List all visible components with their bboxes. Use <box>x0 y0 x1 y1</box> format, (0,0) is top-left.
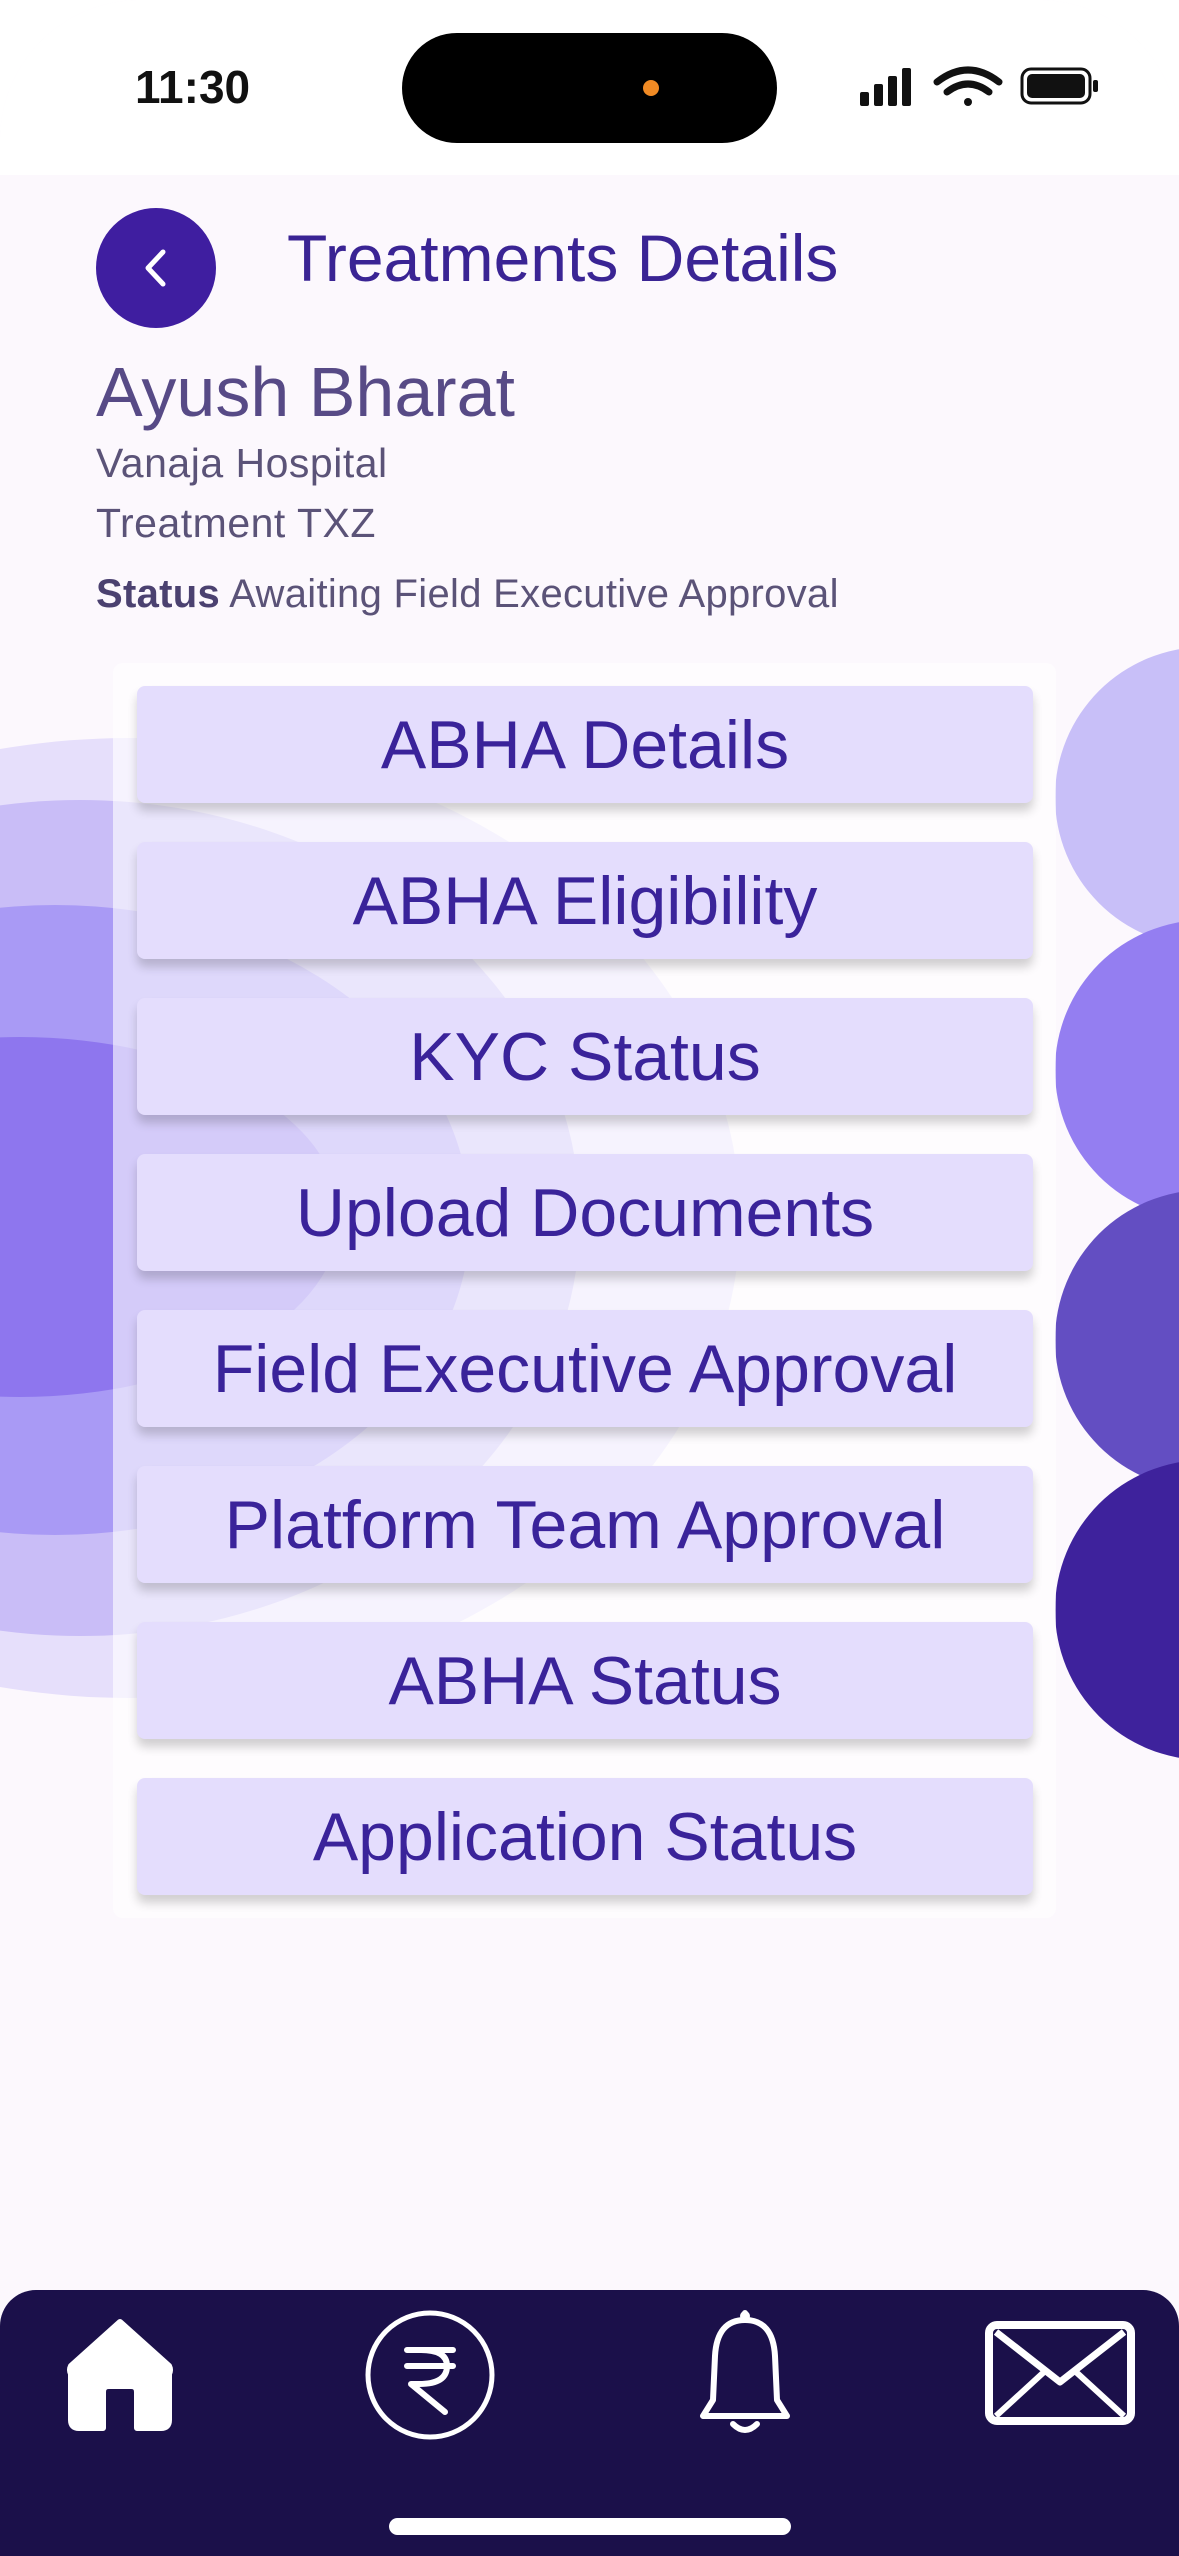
decor-circle-right-1 <box>1055 647 1179 947</box>
decor-circle-right-4 <box>1055 1460 1179 1760</box>
hospital-name: Vanaja Hospital <box>96 440 388 486</box>
status-time: 11:30 <box>135 61 251 113</box>
upload-documents-button[interactable]: Upload Documents <box>137 1154 1033 1271</box>
page-title: Treatments Details <box>287 221 839 295</box>
battery-icon <box>1020 67 1098 105</box>
nav-home[interactable] <box>60 2310 180 2440</box>
field-executive-approval-button[interactable]: Field Executive Approval <box>137 1310 1033 1427</box>
nav-notifications[interactable] <box>690 2305 800 2445</box>
abha-status-button[interactable]: ABHA Status <box>137 1622 1033 1739</box>
rupee-icon <box>365 2310 495 2440</box>
nav-payments[interactable] <box>360 2305 500 2445</box>
dynamic-island <box>402 33 777 143</box>
status-label: Status <box>96 572 221 616</box>
application-status-button[interactable]: Application Status <box>137 1778 1033 1895</box>
home-icon <box>67 2319 173 2431</box>
abha-details-button[interactable]: ABHA Details <box>137 686 1033 803</box>
nav-messages[interactable] <box>980 2315 1140 2430</box>
treatment-name: Treatment TXZ <box>96 500 376 546</box>
back-button[interactable] <box>96 208 216 328</box>
patient-name: Ayush Bharat <box>96 353 515 431</box>
privacy-indicator-dot <box>643 80 659 96</box>
decor-circle-right-2 <box>1055 920 1179 1220</box>
status-value: Awaiting Field Executive Approval <box>229 572 839 616</box>
app-screen: 11:30 Treatments Details Ayush Bharat Va… <box>0 0 1179 2556</box>
abha-eligibility-button[interactable]: ABHA Eligibility <box>137 842 1033 959</box>
system-icons <box>860 64 1100 119</box>
status-bar: 11:30 <box>0 0 1179 175</box>
mail-icon <box>985 2320 1135 2425</box>
home-indicator[interactable] <box>389 2518 791 2535</box>
kyc-status-button[interactable]: KYC Status <box>137 998 1033 1115</box>
decor-circle-right-3 <box>1055 1190 1179 1490</box>
platform-team-approval-button[interactable]: Platform Team Approval <box>137 1466 1033 1583</box>
wifi-icon <box>933 66 1003 106</box>
chevron-left-icon <box>145 249 166 287</box>
treatment-status: Status Awaiting Field Executive Approval <box>96 572 839 617</box>
bell-icon <box>700 2310 790 2433</box>
cellular-signal-icon <box>860 68 911 106</box>
